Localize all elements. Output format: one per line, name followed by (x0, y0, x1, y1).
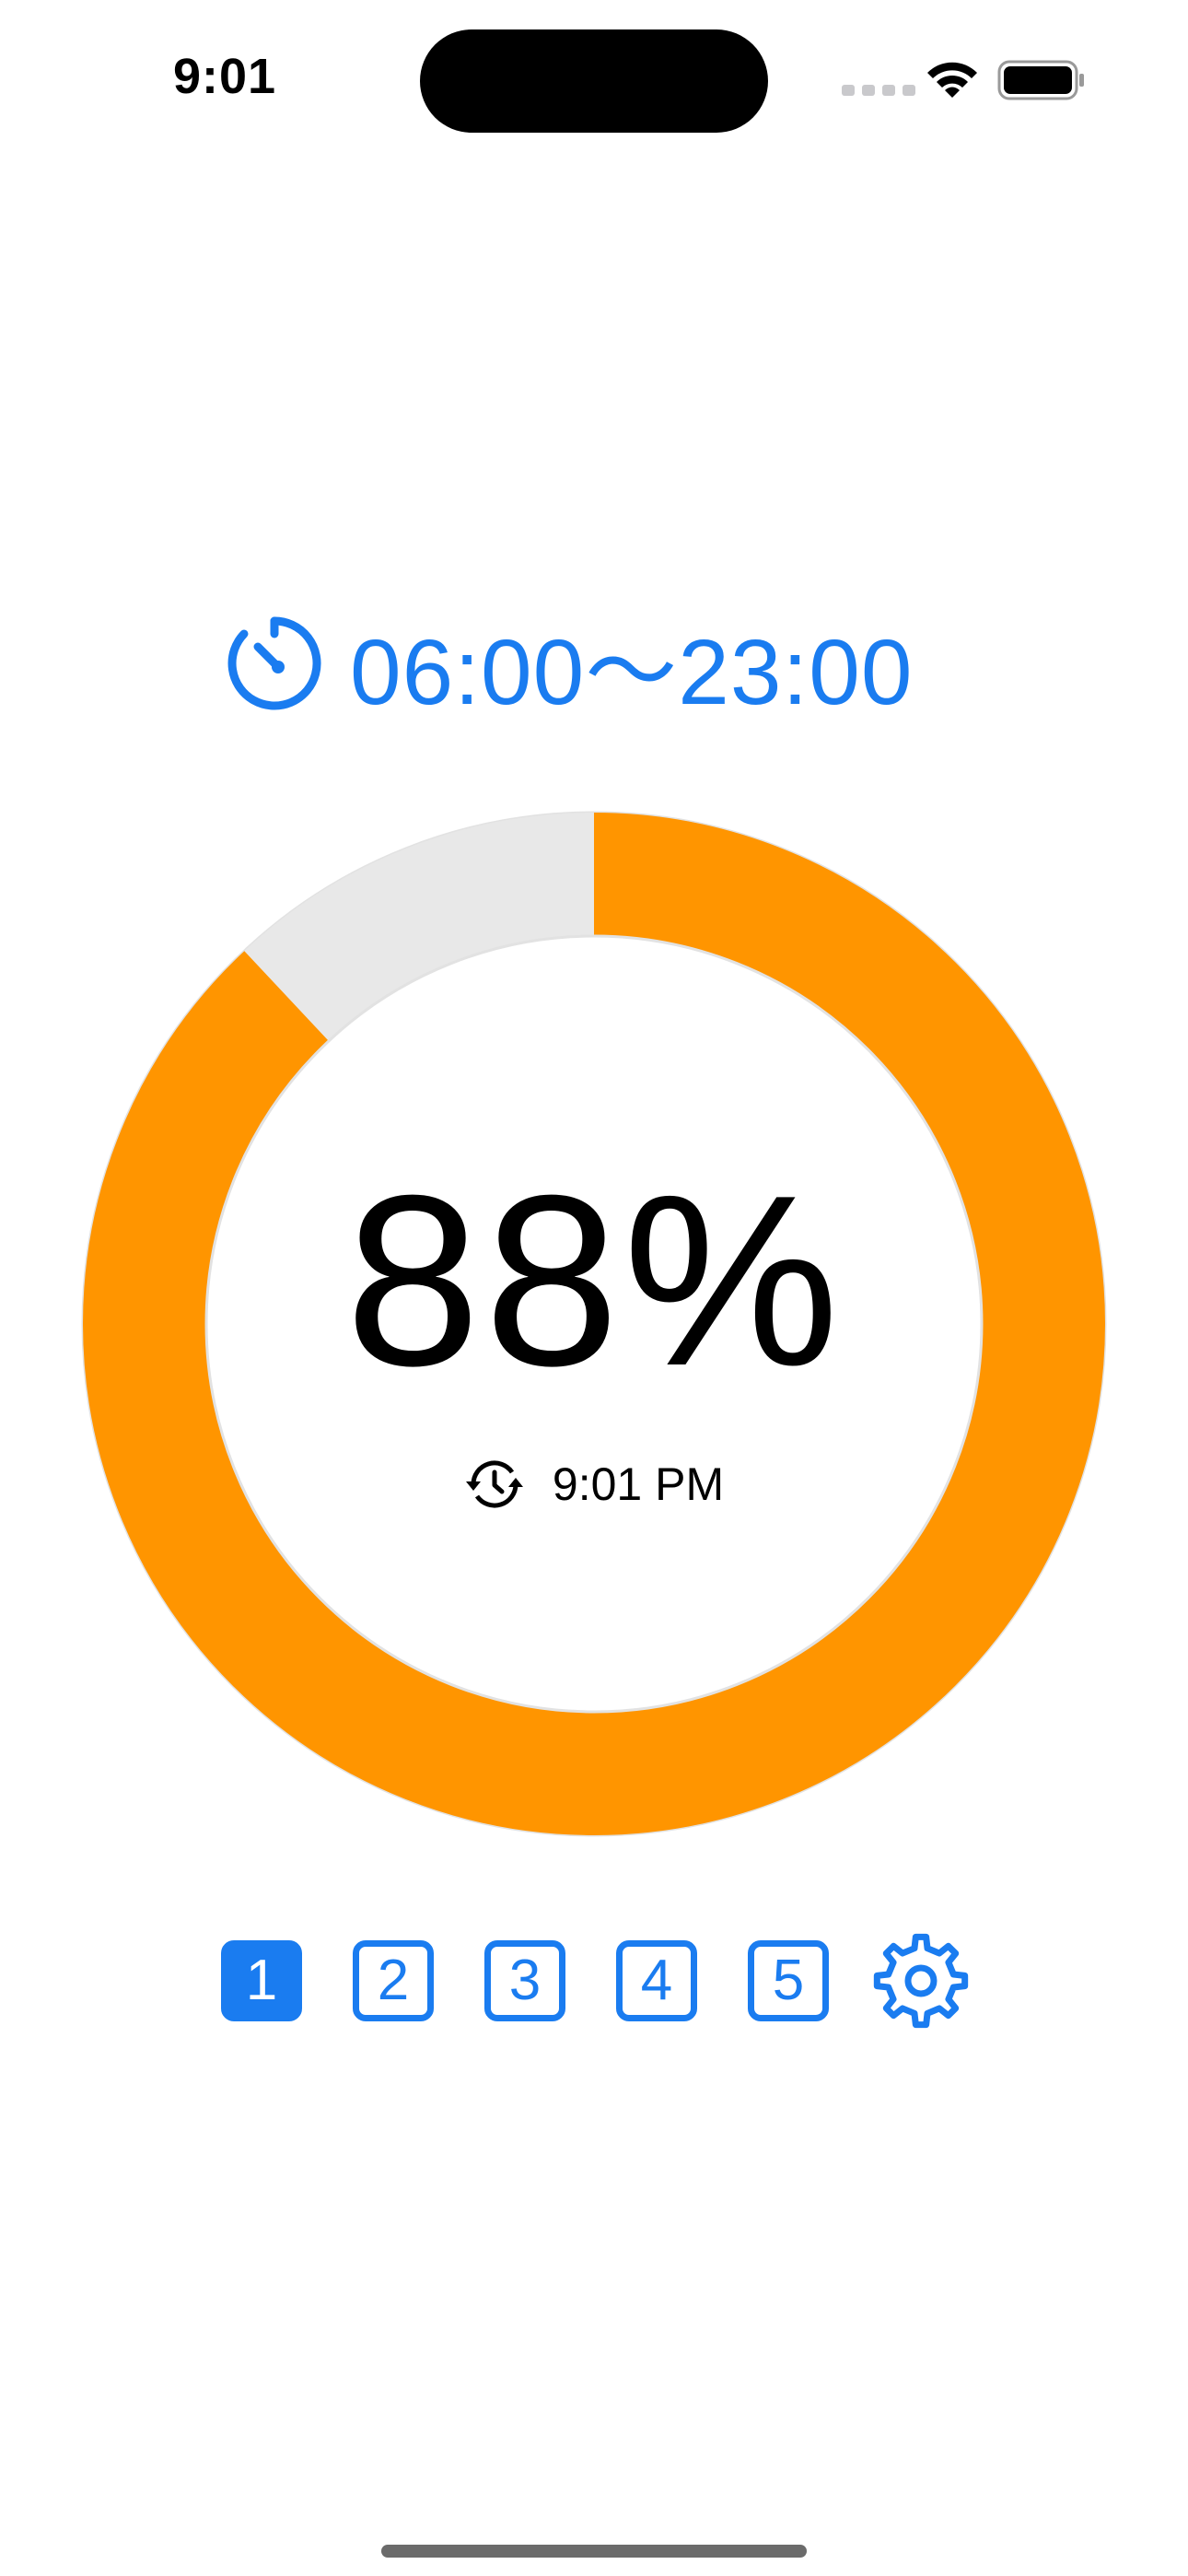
slot-button-1[interactable]: 1 (221, 1940, 302, 2021)
status-time: 9:01 (173, 49, 277, 104)
cellular-signal-icon (842, 85, 919, 98)
slot-selector: 1 2 3 4 5 (221, 1933, 972, 2029)
home-indicator (381, 2545, 807, 2558)
battery-icon (997, 60, 1084, 100)
timer-icon (227, 616, 321, 710)
slot-button-4[interactable]: 4 (616, 1940, 697, 2021)
clock-history-icon (465, 1460, 523, 1508)
wifi-icon (927, 62, 977, 98)
battery-percentage: 88% (344, 1144, 844, 1416)
last-updated: 9:01 PM (0, 1454, 1188, 1515)
updated-time: 9:01 PM (552, 1458, 725, 1510)
schedule-range[interactable]: 06:00～23:00 (225, 608, 914, 724)
gear-icon[interactable] (870, 1930, 972, 2032)
dynamic-island (420, 29, 768, 133)
schedule-time-range: 06:00～23:00 (350, 620, 914, 724)
slot-button-3[interactable]: 3 (484, 1940, 565, 2021)
slot-button-5[interactable]: 5 (748, 1940, 829, 2021)
slot-button-2[interactable]: 2 (353, 1940, 434, 2021)
